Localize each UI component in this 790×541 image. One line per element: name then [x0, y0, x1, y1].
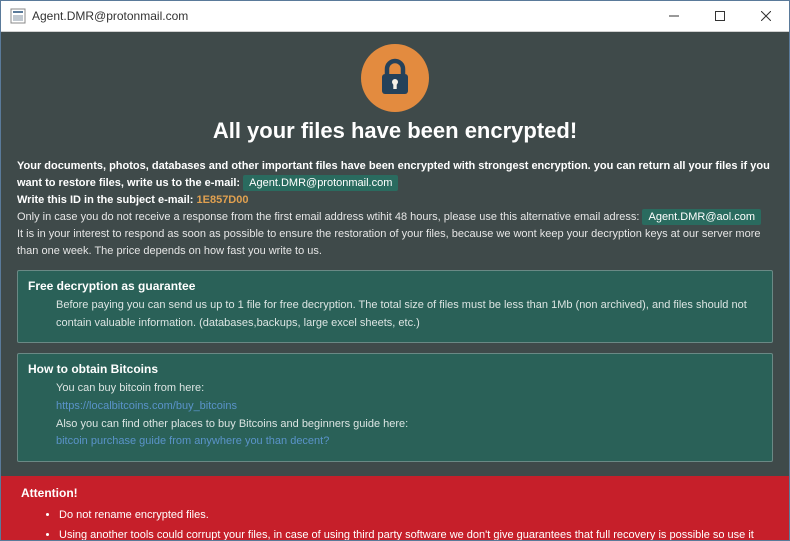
close-button[interactable] — [743, 1, 789, 31]
intro-line-2: Write this ID in the subject e-mail: 1E8… — [17, 192, 773, 209]
guarantee-panel: Free decryption as guarantee Before payi… — [17, 270, 773, 343]
attention-list: Do not rename encrypted files. Using ano… — [21, 506, 769, 540]
guarantee-body: Before paying you can send us up to 1 fi… — [28, 297, 762, 332]
attention-item-2: Using another tools could corrupt your f… — [59, 526, 769, 540]
attention-panel: Attention! Do not rename encrypted files… — [1, 476, 789, 540]
bitcoins-title: How to obtain Bitcoins — [28, 362, 762, 376]
bitcoin-link-1[interactable]: https://localbitcoins.com/buy_bitcoins — [56, 398, 762, 416]
intro-text: Your documents, photos, databases and ot… — [17, 158, 773, 260]
window-controls — [651, 1, 789, 31]
lock-icon — [361, 44, 429, 112]
content-area: All your files have been encrypted! Your… — [1, 32, 789, 540]
bitcoin-link-2[interactable]: bitcoin purchase guide from anywhere you… — [56, 433, 762, 451]
titlebar: Agent.DMR@protonmail.com — [1, 1, 789, 32]
attention-item-1: Do not rename encrypted files. — [59, 506, 769, 526]
ransom-window: Agent.DMR@protonmail.com — [0, 0, 790, 541]
main-heading: All your files have been encrypted! — [17, 118, 773, 144]
intro-line-4: It is in your interest to respond as soo… — [17, 226, 773, 260]
email-secondary[interactable]: Agent.DMR@aol.com — [642, 209, 761, 225]
bitcoins-panel: How to obtain Bitcoins You can buy bitco… — [17, 353, 773, 461]
bitcoins-line-2: Also you can find other places to buy Bi… — [56, 416, 762, 434]
guarantee-title: Free decryption as guarantee — [28, 279, 762, 293]
bitcoins-body: You can buy bitcoin from here: https://l… — [28, 380, 762, 450]
victim-id: 1E857D00 — [197, 194, 249, 206]
lock-icon-wrap — [17, 44, 773, 112]
intro-line-3: Only in case you do not receive a respon… — [17, 209, 773, 226]
app-icon — [10, 8, 26, 24]
bitcoins-line-1: You can buy bitcoin from here: — [56, 380, 762, 398]
minimize-button[interactable] — [651, 1, 697, 31]
intro-bold-2: Write this ID in the subject e-mail: — [17, 194, 193, 206]
window-title: Agent.DMR@protonmail.com — [32, 9, 651, 23]
maximize-button[interactable] — [697, 1, 743, 31]
intro-text-3: Only in case you do not receive a respon… — [17, 211, 639, 223]
email-primary[interactable]: Agent.DMR@protonmail.com — [243, 175, 398, 191]
intro-line-1: Your documents, photos, databases and ot… — [17, 158, 773, 192]
attention-title: Attention! — [21, 486, 769, 500]
